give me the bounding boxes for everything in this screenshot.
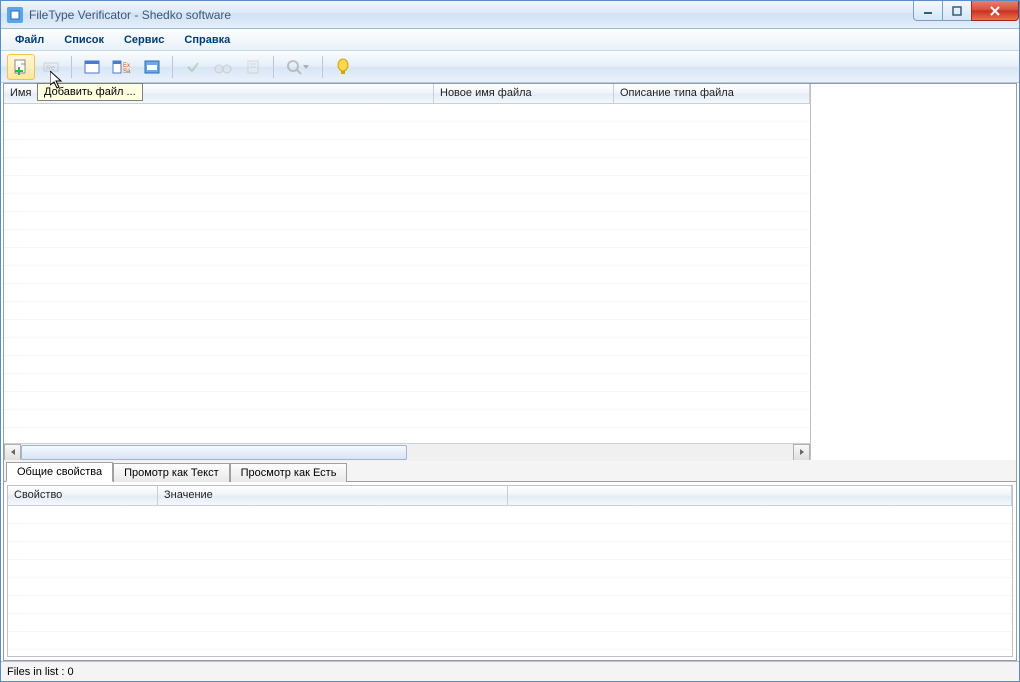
lower-pane: Общие свойства Промотр как Текст Просмот… — [4, 460, 1016, 660]
properties-grid: Свойство Значение — [7, 485, 1013, 657]
upper-pane: Имя Новое имя файла Описание типа файла — [4, 84, 1016, 460]
view-exsa-button[interactable]: ExSa — [108, 54, 136, 80]
column-header-value[interactable]: Значение — [158, 486, 508, 505]
menu-file[interactable]: Файл — [7, 32, 52, 48]
add-file-button[interactable] — [7, 54, 35, 80]
properties-header: Свойство Значение — [8, 486, 1012, 506]
scroll-right-button[interactable] — [793, 444, 810, 461]
svg-text:Re: Re — [46, 65, 55, 72]
window-controls — [914, 1, 1019, 21]
tooltip-add-file: Добавить файл ... — [37, 83, 143, 101]
content-area: Имя Новое имя файла Описание типа файла … — [3, 83, 1017, 661]
toolbar-separator — [322, 56, 323, 78]
toolbar: Re ExSa Добавить файл ... — [1, 51, 1019, 83]
menu-help[interactable]: Справка — [176, 32, 238, 48]
menubar: Файл Список Сервис Справка — [1, 29, 1019, 51]
tab-general[interactable]: Общие свойства — [6, 462, 113, 482]
toolbar-separator — [71, 56, 72, 78]
menu-service[interactable]: Сервис — [116, 32, 172, 48]
status-files-count: Files in list : 0 — [7, 666, 74, 678]
preview-pane — [811, 84, 1016, 460]
minimize-button[interactable] — [913, 1, 943, 21]
check-button[interactable] — [179, 54, 207, 80]
tab-view-asis[interactable]: Просмотр как Есть — [230, 463, 348, 482]
main-window: FileType Verificator - Shedko software Ф… — [0, 0, 1020, 682]
window-title: FileType Verificator - Shedko software — [29, 8, 231, 22]
file-grid: Имя Новое имя файла Описание типа файла — [4, 84, 811, 460]
statusbar: Files in list : 0 — [1, 661, 1019, 681]
maximize-button[interactable] — [942, 1, 972, 21]
titlebar[interactable]: FileType Verificator - Shedko software — [1, 1, 1019, 29]
column-header-typedesc[interactable]: Описание типа файла — [614, 84, 810, 103]
report-button[interactable] — [239, 54, 267, 80]
toolbar-separator — [172, 56, 173, 78]
scroll-thumb[interactable] — [21, 445, 407, 460]
menu-list[interactable]: Список — [56, 32, 112, 48]
column-header-property[interactable]: Свойство — [8, 486, 158, 505]
tip-button[interactable] — [329, 54, 357, 80]
tab-view-text[interactable]: Промотр как Текст — [113, 463, 230, 482]
properties-body[interactable] — [8, 506, 1012, 656]
scroll-left-button[interactable] — [4, 444, 21, 461]
scroll-track[interactable] — [21, 444, 793, 461]
column-header-newname[interactable]: Новое имя файла — [434, 84, 614, 103]
horizontal-scrollbar[interactable] — [4, 443, 810, 460]
toolbar-separator — [273, 56, 274, 78]
column-header-empty[interactable] — [508, 486, 1012, 505]
grid-body[interactable] — [4, 104, 810, 443]
view-list-button[interactable] — [78, 54, 106, 80]
close-button[interactable] — [971, 1, 1019, 21]
svg-text:Sa: Sa — [123, 69, 131, 75]
app-icon — [7, 7, 23, 23]
rename-button[interactable]: Re — [37, 54, 65, 80]
tabstrip: Общие свойства Промотр как Текст Просмот… — [4, 460, 1016, 482]
binoculars-button[interactable] — [209, 54, 237, 80]
zoom-button[interactable] — [280, 54, 316, 80]
view-preview-button[interactable] — [138, 54, 166, 80]
chevron-down-icon — [302, 63, 310, 71]
